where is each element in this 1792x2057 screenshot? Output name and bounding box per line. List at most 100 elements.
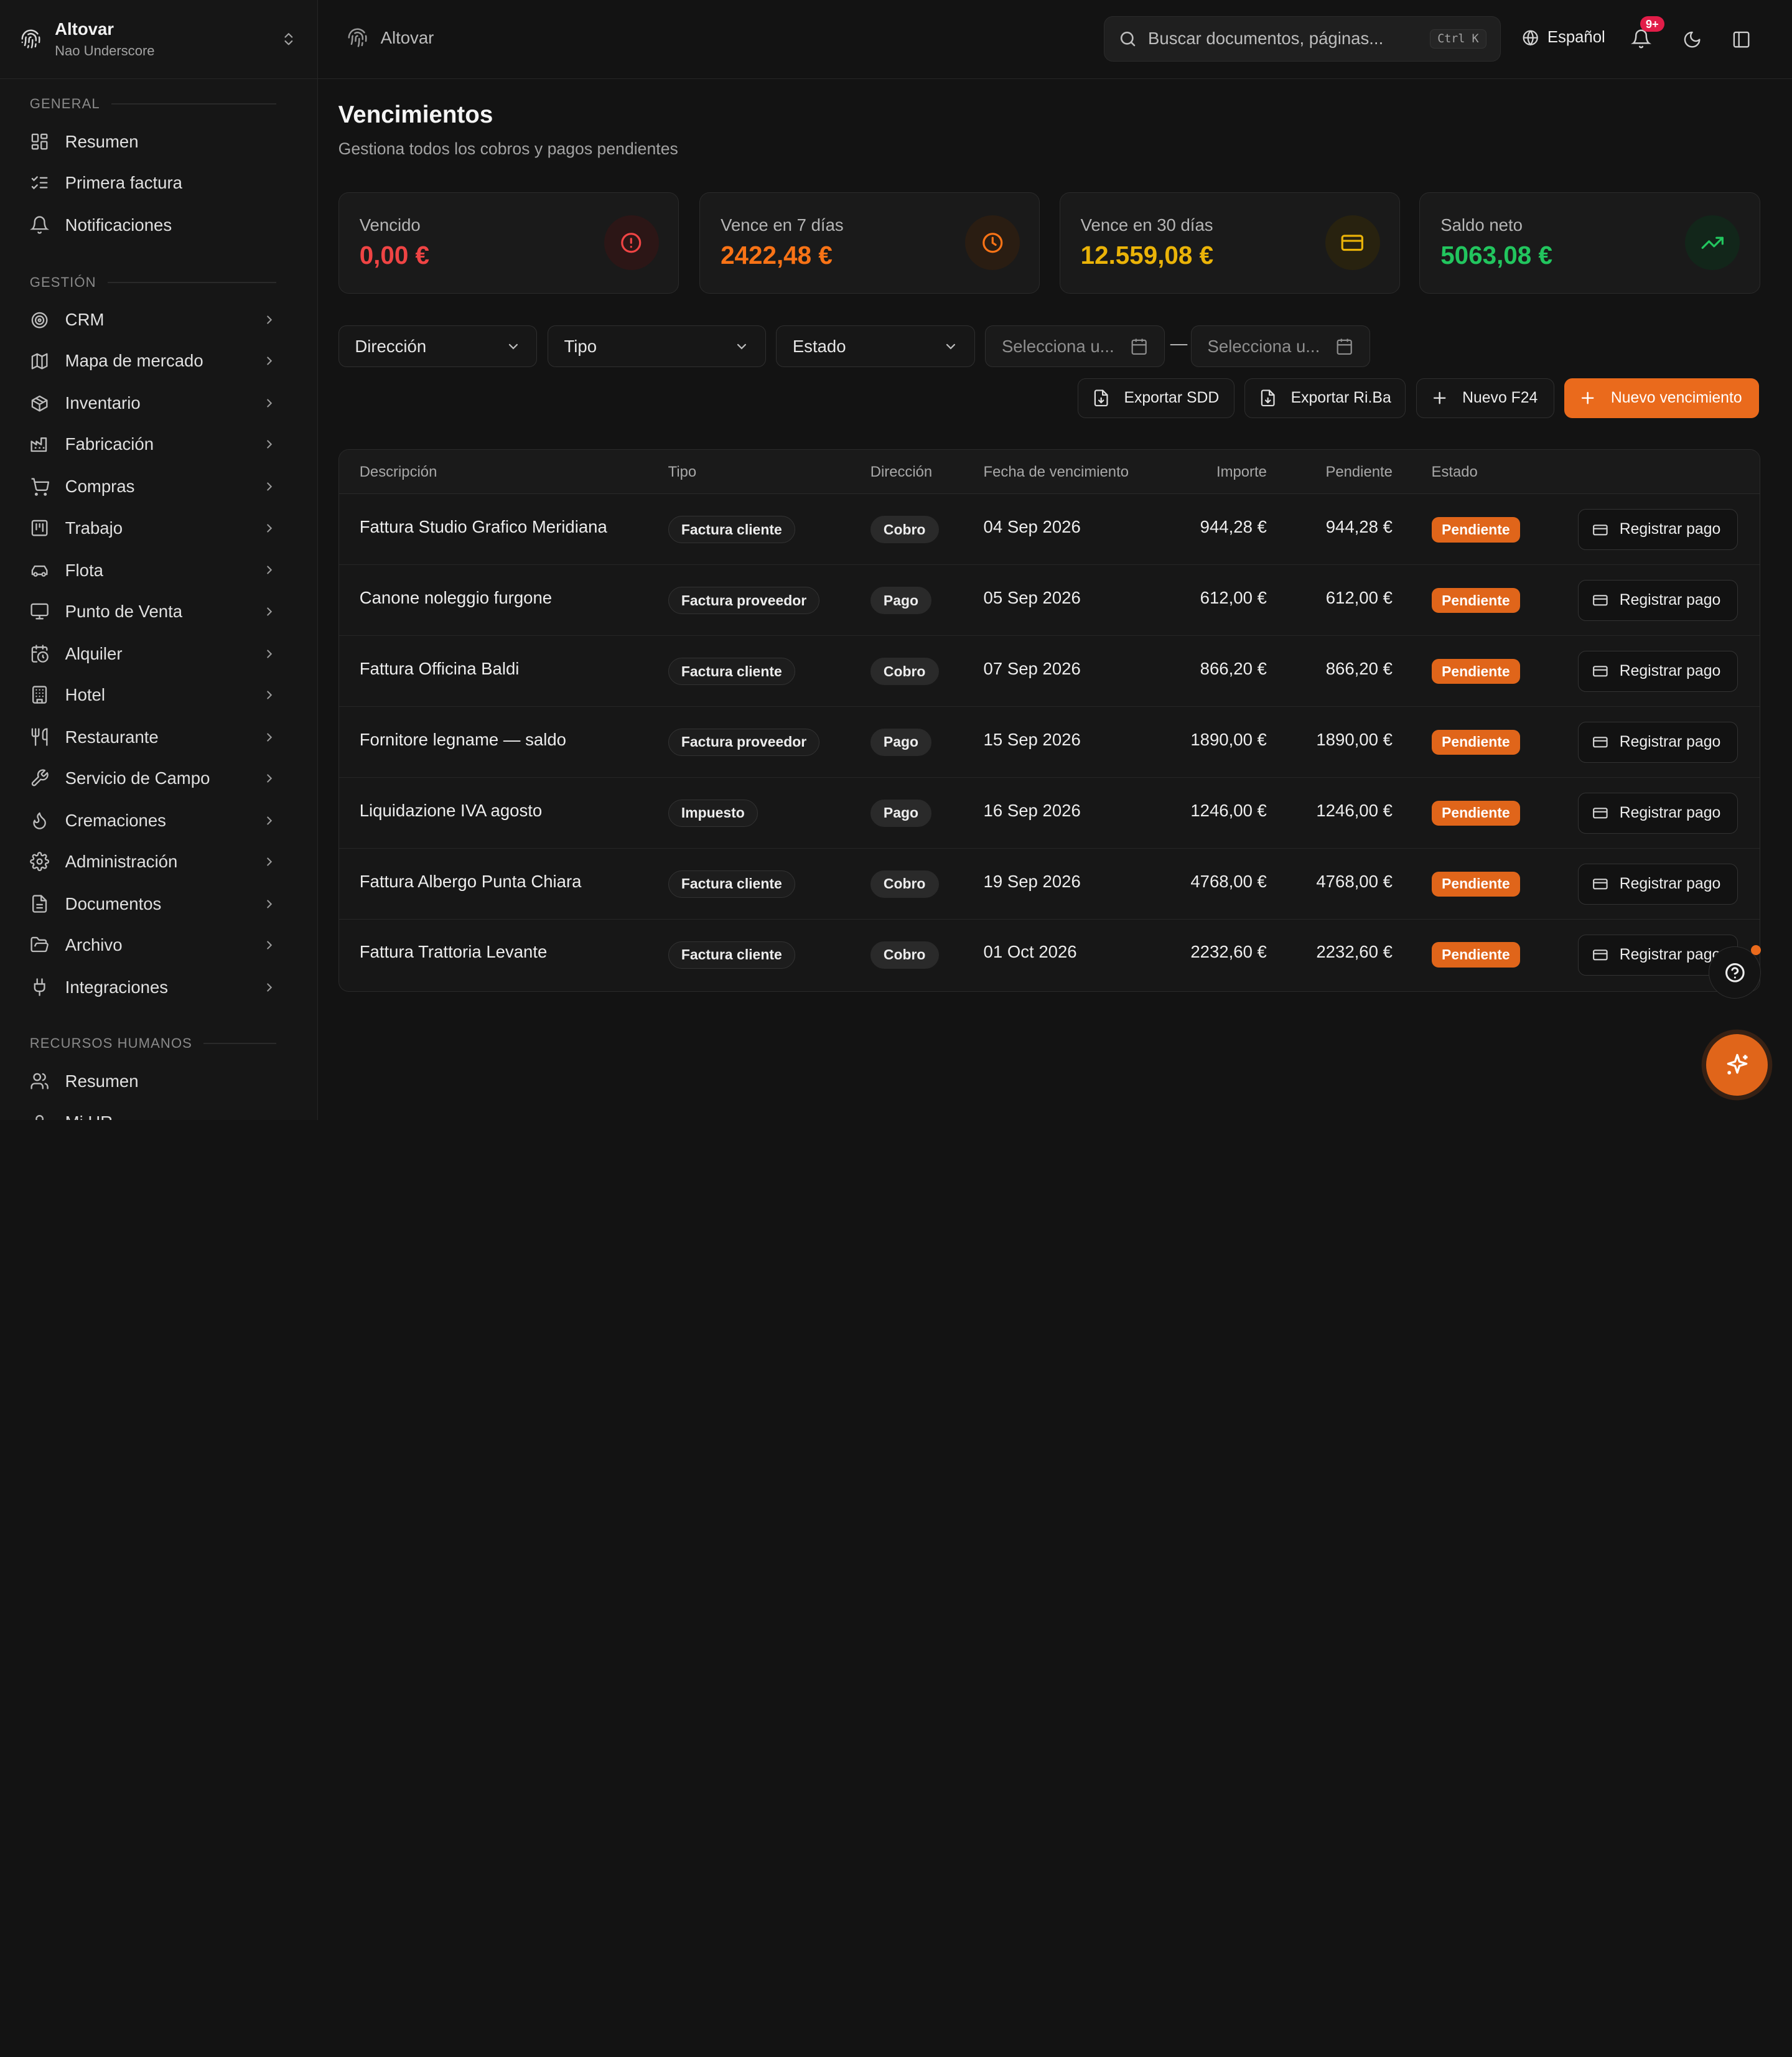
cell-amount: 944,28 € xyxy=(1200,517,1267,537)
plus-icon xyxy=(1430,389,1449,407)
search-box[interactable]: Ctrl K xyxy=(1104,16,1501,62)
table-row[interactable]: Fornitore legname — saldo Factura proveed… xyxy=(338,707,1760,778)
register-payment-button[interactable]: Registrar pago xyxy=(1577,509,1738,551)
cell-description: Fattura Albergo Punta Chiara xyxy=(359,871,582,891)
building-icon xyxy=(30,685,49,704)
ai-assistant-button[interactable] xyxy=(1706,1034,1768,1096)
sidebar-item-punto-de-venta[interactable]: Punto de Venta xyxy=(30,598,277,625)
gear-icon xyxy=(29,852,49,872)
cell-due-date: 04 Sep 2026 xyxy=(983,517,1081,537)
credit-card-icon xyxy=(1592,947,1608,963)
chevron-right-icon xyxy=(263,354,276,368)
filter-tipo[interactable]: Tipo xyxy=(547,325,766,367)
search-input[interactable] xyxy=(1148,29,1430,49)
sidebar-item-archivo[interactable]: Archivo xyxy=(30,931,277,959)
type-badge: Factura cliente xyxy=(668,870,795,898)
chevron-right-icon xyxy=(263,521,276,535)
section-gestion: GESTIÓN xyxy=(30,274,277,291)
card-value: 0,00 € xyxy=(359,240,430,269)
fingerprint-icon xyxy=(21,29,41,49)
chevron-right-icon xyxy=(263,437,276,451)
table-row[interactable]: Fattura Trattoria Levante Factura cliente… xyxy=(339,920,1760,991)
breadcrumb[interactable]: Altovar xyxy=(347,27,434,48)
org-switcher[interactable]: Altovar Nao Underscore xyxy=(0,0,317,79)
column-header: Estado xyxy=(1431,463,1478,480)
export-sdd-button[interactable]: Exportar SDD xyxy=(1078,378,1234,419)
chevron-right-icon xyxy=(263,480,276,493)
table-row[interactable]: Liquidazione IVA agosto Impuesto Pago 16 Se… xyxy=(338,778,1760,849)
cell-pending: 944,28 € xyxy=(1325,517,1393,537)
card-value: 5063,08 € xyxy=(1440,240,1552,269)
sidebar-item-flota[interactable]: Flota xyxy=(30,556,277,584)
direction-badge: Pago xyxy=(870,587,932,615)
sidebar-item-mi-hr[interactable]: Mi HR xyxy=(30,1109,277,1120)
sidebar-item-integraciones[interactable]: Integraciones xyxy=(30,974,277,1001)
credit-card-icon xyxy=(1592,592,1608,609)
cell-due-date: 15 Sep 2026 xyxy=(983,729,1081,749)
register-payment-button[interactable]: Registrar pago xyxy=(1577,651,1738,693)
sidebar-item-mapa-de-mercado[interactable]: Mapa de mercado xyxy=(30,347,277,375)
status-badge: Pendiente xyxy=(1431,588,1521,613)
table-header: Descripción Tipo Dirección Fecha de venc… xyxy=(338,449,1760,495)
table-row[interactable]: Fattura Officina Baldi Factura cliente Cob… xyxy=(338,636,1760,707)
sidebar-item-notificaciones[interactable]: Notificaciones xyxy=(29,212,277,239)
globe-icon xyxy=(1521,29,1539,47)
export-riba-button[interactable]: Exportar Ri.Ba xyxy=(1244,378,1406,419)
sidebar-item-administracion[interactable]: Administración xyxy=(29,848,277,875)
type-badge: Factura cliente xyxy=(668,658,795,686)
sidebar-item-rrhh-resumen[interactable]: Resumen xyxy=(30,1067,277,1094)
section-recursos-humanos: RECURSOS HUMANOS xyxy=(30,1035,277,1052)
status-badge: Pendiente xyxy=(1431,729,1521,755)
table-row[interactable]: Canone noleggio furgone Factura proveedor… xyxy=(338,565,1760,637)
chevron-right-icon xyxy=(263,938,276,952)
register-payment-button[interactable]: Registrar pago xyxy=(1577,721,1738,763)
chevron-right-icon xyxy=(263,563,276,577)
sidebar-item-fabricacion[interactable]: Fabricación xyxy=(30,431,277,458)
table-row[interactable]: Fattura Studio Grafico Meridiana Factura … xyxy=(338,494,1760,566)
page-title: Vencimientos xyxy=(338,101,493,129)
sidebar-item-alquiler[interactable]: Alquiler xyxy=(30,640,277,668)
target-icon xyxy=(30,310,49,330)
cell-pending: 866,20 € xyxy=(1325,658,1393,678)
sidebar-item-restaurante[interactable]: Restaurante xyxy=(30,724,277,751)
filter-estado[interactable]: Estado xyxy=(776,325,975,367)
credit-card-icon xyxy=(1592,805,1608,821)
chevron-down-icon xyxy=(506,339,521,354)
sidebar-item-cremaciones[interactable]: Cremaciones xyxy=(30,807,277,834)
chevron-down-icon xyxy=(943,339,958,354)
register-payment-button[interactable]: Registrar pago xyxy=(1577,580,1738,622)
sidebar-item-compras[interactable]: Compras xyxy=(30,473,277,500)
table-row[interactable]: Fattura Albergo Punta Chiara Factura clie… xyxy=(338,849,1760,920)
register-payment-label: Registrar pago xyxy=(1619,804,1721,821)
sidebar-item-hotel[interactable]: Hotel xyxy=(30,681,277,709)
cell-description: Fattura Trattoria Levante xyxy=(359,942,548,962)
register-payment-button[interactable]: Registrar pago xyxy=(1577,863,1738,905)
cell-description: Fattura Officina Baldi xyxy=(359,658,520,678)
sidebar-item-trabajo[interactable]: Trabajo xyxy=(30,515,277,542)
kanban-icon xyxy=(30,518,49,538)
calendar-clock-icon xyxy=(30,644,49,663)
car-icon xyxy=(30,561,49,580)
language-switcher[interactable]: Español xyxy=(1521,29,1605,47)
moon-icon[interactable] xyxy=(1682,30,1702,49)
sidebar-item-resumen[interactable]: Resumen xyxy=(30,128,277,156)
sidebar-item-documentos[interactable]: Documentos xyxy=(30,890,277,918)
cell-amount: 1246,00 € xyxy=(1190,800,1267,820)
cell-due-date: 05 Sep 2026 xyxy=(983,588,1081,608)
sidebar-item-crm[interactable]: CRM xyxy=(30,306,277,334)
new-due-button[interactable]: Nuevo vencimiento xyxy=(1564,378,1759,419)
register-payment-button[interactable]: Registrar pago xyxy=(1577,792,1738,834)
chevron-right-icon xyxy=(263,688,276,702)
language-label: Español xyxy=(1547,29,1605,47)
sidebar-item-servicio-de-campo[interactable]: Servicio de Campo xyxy=(30,765,277,792)
date-to-picker[interactable]: Selecciona u... xyxy=(1190,325,1371,367)
date-from-picker[interactable]: Selecciona u... xyxy=(985,325,1165,367)
cell-description: Liquidazione IVA agosto xyxy=(359,800,543,820)
credit-card-icon xyxy=(1592,876,1608,892)
direction-badge: Cobro xyxy=(870,941,939,969)
filter-direccion[interactable]: Dirección xyxy=(338,325,538,367)
new-f24-button[interactable]: Nuevo F24 xyxy=(1416,378,1554,419)
sidebar-item-primera-factura[interactable]: Primera factura xyxy=(30,169,277,197)
sidebar-item-inventario[interactable]: Inventario xyxy=(30,389,277,417)
sidebar-toggle-icon[interactable] xyxy=(1732,30,1751,49)
